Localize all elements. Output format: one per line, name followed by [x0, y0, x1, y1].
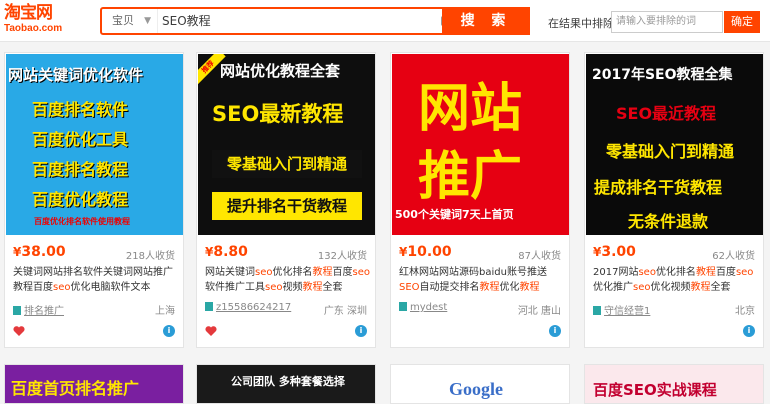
image-text: SEO最新教程	[212, 102, 344, 126]
product-price: ¥8.80	[205, 244, 248, 260]
heart-badge-icon[interactable]	[205, 325, 217, 337]
image-text: 网站优化教程全套	[220, 62, 341, 80]
heart-badge-icon[interactable]	[13, 325, 25, 337]
image-text: 500个关键词7天上首页	[395, 208, 514, 221]
exclude-label: 在结果中排除	[548, 17, 614, 30]
image-text: 百度排名软件	[32, 100, 129, 119]
image-text: 2017年SEO教程全集	[592, 67, 733, 83]
product-title[interactable]: 2017网站seo优化排名教程百度seo优化推广seo优化视频教程全套	[593, 265, 759, 295]
product-price: ¥10.00	[399, 244, 452, 260]
product-card[interactable]: 公司团队 多种套餐选择	[196, 364, 376, 404]
product-title[interactable]: 关键词网站排名软件关键词网站推广教程百度seo优化电脑软件文本	[13, 265, 179, 295]
product-card[interactable]: Google	[390, 364, 570, 404]
product-title[interactable]: 红林网站网站源码baidu账号推送SEO自动提交排名教程优化教程	[399, 265, 565, 295]
image-text: 提成排名干货教程	[594, 178, 723, 197]
product-card[interactable]: 推荐 网站优化教程全套 SEO最新教程 零基础入门到精通 提升排名干货教程 ¥8…	[196, 52, 376, 348]
sold-count: 218人收货	[125, 251, 175, 262]
shop-icon	[205, 302, 213, 311]
product-image[interactable]: 2017年SEO教程全集 SEO最近教程 零基础入门到精通 提成排名干货教程 无…	[586, 54, 763, 235]
product-card[interactable]: 网站关键词优化软件 百度排名软件 百度优化工具 百度排名教程 百度优化教程 百度…	[4, 52, 184, 348]
image-text: 零基础入门到精通	[212, 150, 362, 178]
wangwang-chat-icon[interactable]: i	[163, 325, 175, 337]
image-text: 百度排名教程	[32, 160, 129, 179]
image-text: 百度首页排名推广	[11, 379, 140, 398]
shop-link[interactable]: 守信经营1	[593, 302, 650, 317]
product-title[interactable]: 网站关键词seo优化排名教程百度seo软件推广工具seo视频教程全套	[205, 265, 371, 295]
logo-text-en: Taobao.com	[4, 23, 63, 34]
product-image[interactable]: 推荐 网站优化教程全套 SEO最新教程 零基础入门到精通 提升排名干货教程	[198, 54, 375, 235]
sold-count: 132人收货	[317, 251, 367, 262]
shop-location: 上海	[155, 306, 175, 317]
wangwang-chat-icon[interactable]: i	[743, 325, 755, 337]
image-text: 零基础入门到精通	[606, 142, 735, 161]
image-text: Google	[449, 379, 503, 399]
taobao-logo[interactable]: 淘宝网 Taobao.com	[4, 4, 76, 38]
top-bar: 淘宝网 Taobao.com 宝贝 ▼ SEO教程 搜 索 在结果中排除 请输入…	[0, 0, 770, 42]
product-card[interactable]: 百度首页排名推广	[4, 364, 184, 404]
exclude-input[interactable]: 请输入要排除的词	[611, 11, 723, 33]
exclude-confirm-button[interactable]: 确定	[724, 11, 760, 33]
chevron-down-icon: ▼	[144, 16, 151, 26]
search-box: 宝贝 ▼ SEO教程 搜 索	[100, 7, 530, 35]
shop-location: 河北 唐山	[517, 306, 561, 317]
shop-icon	[13, 306, 21, 315]
product-image[interactable]: 网站 推广 500个关键词7天上首页	[392, 54, 569, 235]
sold-count: 62人收货	[712, 251, 755, 262]
shop-location: 广东 深圳	[323, 306, 367, 317]
image-text: 百度SEO实战课程	[593, 381, 717, 399]
image-text: 百度优化工具	[32, 130, 129, 149]
image-text: 百度优化教程	[32, 190, 129, 209]
sold-count: 87人收货	[518, 251, 561, 262]
image-text: 公司团队 多种套餐选择	[231, 375, 345, 388]
image-text: 百度优化排名软件使用教程	[34, 217, 130, 226]
product-price: ¥38.00	[13, 244, 66, 260]
product-card[interactable]: 2017年SEO教程全集 SEO最近教程 零基础入门到精通 提成排名干货教程 无…	[584, 52, 764, 348]
product-card[interactable]: 百度SEO实战课程	[584, 364, 764, 404]
shop-link[interactable]: mydest	[399, 302, 447, 313]
logo-text-cn: 淘宝网	[4, 3, 53, 23]
shop-link[interactable]: z15586624217	[205, 302, 291, 313]
shop-icon	[593, 306, 601, 315]
search-input[interactable]: SEO教程	[158, 9, 438, 33]
product-image[interactable]: 网站关键词优化软件 百度排名软件 百度优化工具 百度排名教程 百度优化教程 百度…	[6, 54, 183, 235]
image-text: SEO最近教程	[616, 104, 717, 123]
product-price: ¥3.00	[593, 244, 636, 260]
image-text: 网站关键词优化软件	[8, 66, 144, 84]
shop-link[interactable]: 排名推广	[13, 302, 64, 317]
image-text: 提升排名干货教程	[212, 192, 362, 220]
wangwang-chat-icon[interactable]: i	[549, 325, 561, 337]
shop-location: 北京	[735, 306, 755, 317]
wangwang-chat-icon[interactable]: i	[355, 325, 367, 337]
search-category-label: 宝贝	[112, 14, 134, 27]
image-text: 推广	[418, 146, 523, 207]
search-category-select[interactable]: 宝贝 ▼	[102, 9, 158, 33]
search-button[interactable]: 搜 索	[442, 7, 530, 35]
image-text: 无条件退款	[628, 212, 709, 231]
image-text: 网站	[418, 78, 523, 139]
product-card[interactable]: 网站 推广 500个关键词7天上首页 ¥10.00 87人收货 红林网站网站源码…	[390, 52, 570, 348]
shop-icon	[399, 302, 407, 311]
